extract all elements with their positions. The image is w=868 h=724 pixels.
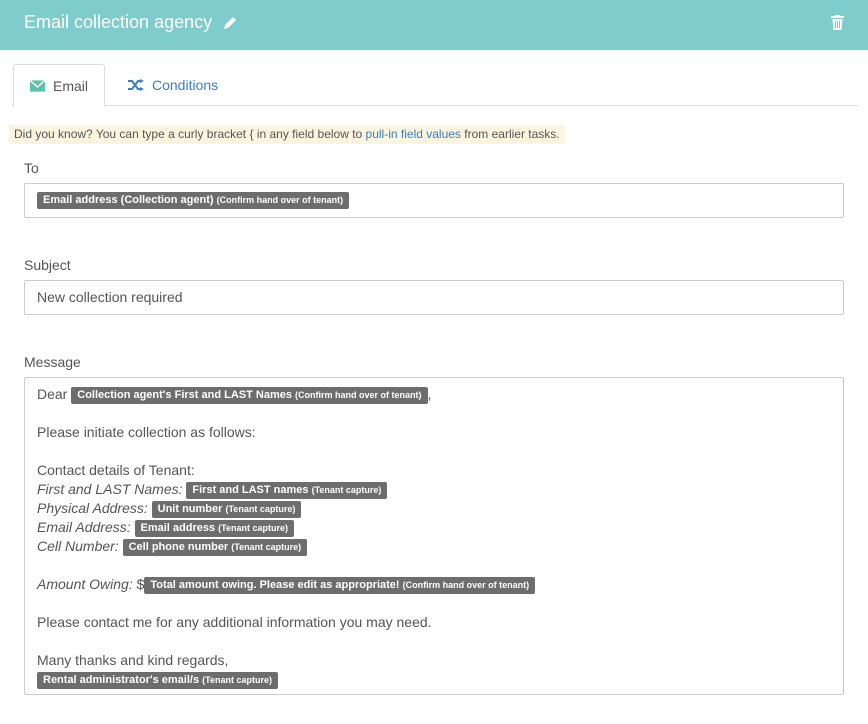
- email-line: Email Address: Email address (Tenant cap…: [37, 519, 295, 537]
- tag-source: (Tenant capture): [231, 541, 302, 552]
- names-line: First and LAST Names: First and LAST nam…: [37, 481, 388, 499]
- to-label: To: [24, 160, 39, 176]
- subject-label: Subject: [24, 257, 71, 273]
- message-dear-line: Dear Collection agent's First and LAST N…: [37, 386, 431, 404]
- tab-email-label: Email: [52, 77, 88, 94]
- message-label: Message: [24, 354, 81, 370]
- tip-text-after: from earlier tasks.: [460, 127, 560, 141]
- names-tag[interactable]: First and LAST names (Tenant capture): [186, 481, 388, 499]
- names-label: First and LAST Names:: [37, 481, 183, 497]
- tip-text-before: Did you know? You can type a curly brack…: [14, 127, 366, 141]
- envelope-icon: [30, 79, 45, 92]
- tag-source: (Tenant capture): [202, 674, 272, 685]
- message-line-3: Many thanks and kind regards,: [37, 652, 229, 668]
- subject-field[interactable]: New collection required: [24, 280, 844, 315]
- cell-label: Cell Number:: [37, 538, 119, 554]
- message-line-1: Please initiate collection as follows:: [37, 424, 256, 440]
- cell-line: Cell Number: Cell phone number (Tenant c…: [37, 538, 308, 556]
- email-label: Email Address:: [37, 519, 131, 535]
- tag-source: (Confirm hand over of tenant): [402, 579, 530, 590]
- tag-name: Unit number: [157, 502, 223, 515]
- dear-suffix: ,: [427, 386, 432, 402]
- pencil-icon[interactable]: [222, 15, 238, 31]
- tag-source: (Confirm hand over of tenant): [216, 195, 344, 205]
- message-field[interactable]: Dear Collection agent's First and LAST N…: [24, 377, 844, 695]
- tab-conditions-label: Conditions: [152, 77, 219, 93]
- owing-tag[interactable]: Total amount owing. Please edit as appro…: [144, 576, 536, 594]
- trash-icon[interactable]: [831, 15, 844, 30]
- cell-tag[interactable]: Cell phone number (Tenant capture): [122, 538, 308, 556]
- tag-source: (Tenant capture): [311, 484, 382, 495]
- page-header: Email collection agency: [0, 0, 868, 50]
- owing-line: Amount Owing: $ Total amount owing. Pleas…: [37, 576, 536, 594]
- tab-email[interactable]: Email: [13, 64, 105, 107]
- tag-source: (Tenant capture): [225, 503, 296, 514]
- dear-tag[interactable]: Collection agent's First and LAST Names …: [71, 386, 428, 404]
- address-tag[interactable]: Unit number (Tenant capture): [151, 500, 302, 518]
- tab-conditions[interactable]: Conditions: [112, 64, 234, 106]
- tag-source: (Tenant capture): [218, 522, 289, 533]
- owing-label: Amount Owing:: [37, 576, 133, 592]
- tag-name: Rental administrator's email/s: [43, 673, 200, 686]
- signature-line: Rental administrator's email/s (Tenant c…: [37, 671, 278, 689]
- tag-name: First and LAST names: [192, 483, 309, 496]
- to-field[interactable]: Email address (Collection agent) (Confir…: [24, 183, 844, 218]
- shuffle-icon: [128, 79, 144, 91]
- page-title: Email collection agency: [24, 12, 213, 32]
- owing-currency: $: [136, 576, 145, 592]
- tag-name: Email address (Collection agent): [43, 194, 214, 206]
- tag-name: Cell phone number: [128, 540, 229, 553]
- address-label: Physical Address:: [37, 500, 148, 516]
- address-line: Physical Address: Unit number (Tenant ca…: [37, 500, 302, 518]
- tag-source: (Confirm hand over of tenant): [295, 389, 422, 400]
- message-line-2: Please contact me for any additional inf…: [37, 614, 432, 630]
- subject-value: New collection required: [37, 289, 183, 305]
- pull-in-field-values-link[interactable]: pull-in field values: [366, 127, 461, 141]
- signature-tag[interactable]: Rental administrator's email/s (Tenant c…: [37, 671, 278, 689]
- to-field-tag[interactable]: Email address (Collection agent) (Confir…: [37, 192, 350, 209]
- contact-heading: Contact details of Tenant:: [37, 462, 195, 478]
- tab-bar: Email Conditions: [12, 64, 858, 107]
- tip-banner: Did you know? You can type a curly brack…: [9, 125, 565, 144]
- tag-name: Collection agent's First and LAST Names: [77, 388, 292, 401]
- dear-text: Dear: [37, 386, 68, 402]
- email-tag[interactable]: Email address (Tenant capture): [134, 519, 295, 537]
- tag-name: Email address: [140, 521, 216, 534]
- tag-name: Total amount owing. Please edit as appro…: [150, 578, 400, 591]
